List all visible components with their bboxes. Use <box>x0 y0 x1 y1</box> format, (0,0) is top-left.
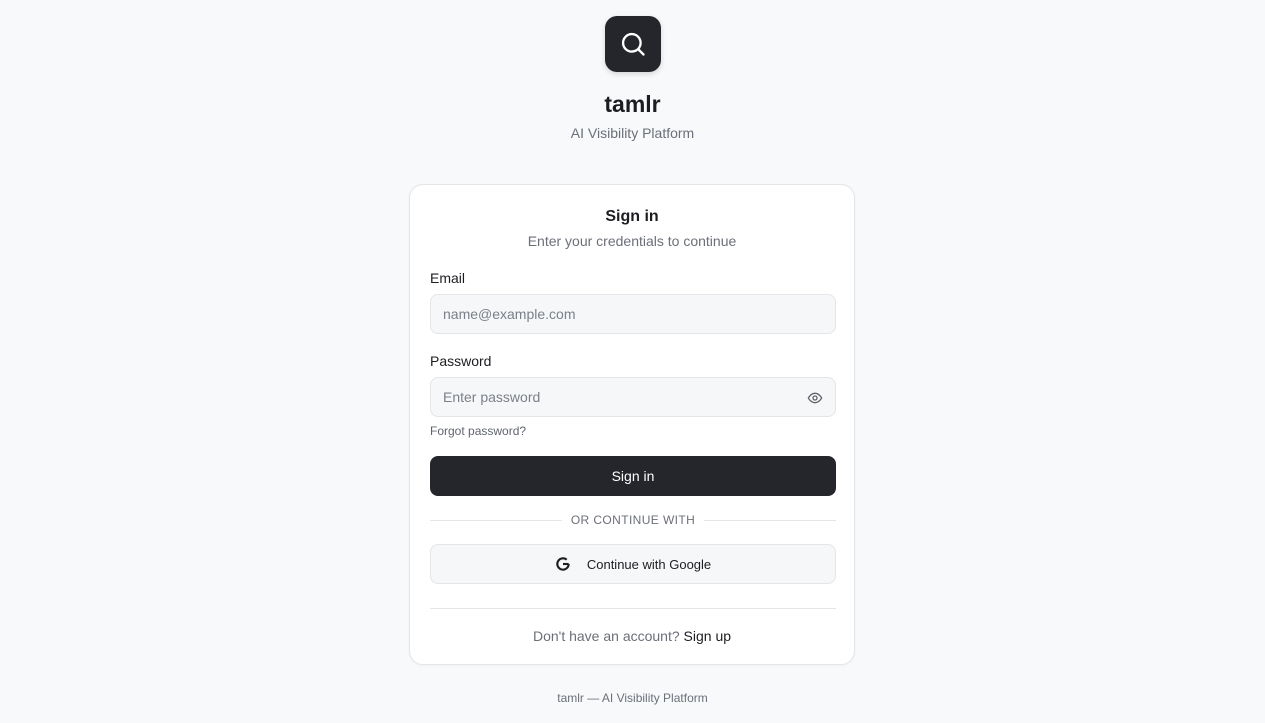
eye-icon <box>807 392 823 404</box>
google-button-label: Continue with Google <box>586 556 712 572</box>
email-field-container <box>430 294 836 334</box>
no-account-text: Don't have an account? <box>532 628 680 644</box>
app-tagline: AI Visibility Platform <box>570 125 695 141</box>
email-field[interactable] <box>431 295 835 333</box>
show-password-button[interactable] <box>805 388 825 408</box>
sign-in-button[interactable]: Sign in <box>430 456 836 496</box>
search-icon <box>621 32 645 56</box>
google-signin-button[interactable]: Continue with Google <box>430 544 836 584</box>
signin-subtitle: Enter your credentials to continue <box>527 233 737 249</box>
footer-text: tamlr — AI Visibility Platform <box>557 691 708 705</box>
email-label: Email <box>430 270 466 286</box>
divider-line-left <box>430 519 562 521</box>
password-field[interactable] <box>431 378 835 416</box>
google-icon <box>555 556 571 572</box>
divider: OR CONTINUE WITH <box>430 512 837 528</box>
app-logo <box>604 16 661 72</box>
signin-card: Sign in Enter your credentials to contin… <box>409 184 855 665</box>
signup-prompt: Don't have an account? Sign up <box>410 628 854 644</box>
separator <box>430 608 836 609</box>
password-label: Password <box>430 353 492 369</box>
sign-up-link[interactable]: Sign up <box>684 628 731 644</box>
forgot-password-link[interactable]: Forgot password? <box>430 424 526 438</box>
app-name: tamlr <box>604 91 661 117</box>
divider-line-right <box>704 519 837 521</box>
signin-title: Sign in <box>605 208 659 225</box>
divider-label: OR CONTINUE WITH <box>570 513 696 527</box>
password-field-container <box>430 377 836 417</box>
brand-header: tamlr AI Visibility Platform <box>0 16 1265 142</box>
